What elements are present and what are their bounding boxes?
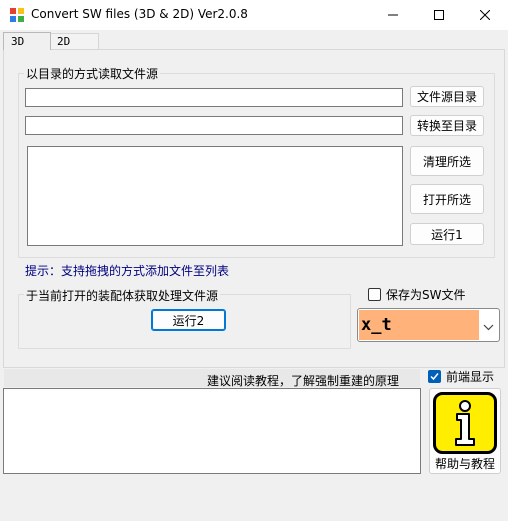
- target-dir-input[interactable]: [25, 116, 403, 135]
- open-selected-button[interactable]: 打开所选: [410, 184, 484, 214]
- front-display-checkbox[interactable]: [428, 370, 441, 383]
- app-icon: [9, 7, 25, 23]
- source-dir-input[interactable]: [25, 88, 403, 107]
- close-button[interactable]: [462, 0, 508, 30]
- save-as-sw-checkbox[interactable]: [368, 288, 381, 301]
- log-textbox[interactable]: [3, 388, 421, 474]
- target-dir-button[interactable]: 转换至目录: [410, 115, 484, 136]
- minimize-button[interactable]: [370, 0, 416, 30]
- maximize-button[interactable]: [416, 0, 462, 30]
- format-combobox-value: x_t: [361, 315, 392, 335]
- help-tutorial-label: 帮助与教程: [434, 457, 495, 471]
- run2-button[interactable]: 运行2: [151, 309, 226, 331]
- maximize-icon: [434, 10, 444, 20]
- format-combobox-selection: x_t: [359, 310, 479, 340]
- drag-drop-hint: 提示：支持拖拽的方式添加文件至列表: [25, 264, 230, 278]
- close-icon: [480, 10, 490, 20]
- clear-selected-button[interactable]: 清理所选: [410, 146, 484, 176]
- tab-2d[interactable]: 2D: [51, 33, 99, 50]
- info-icon: [433, 392, 497, 454]
- file-list[interactable]: [27, 146, 403, 246]
- save-as-sw-label: 保存为SW文件: [386, 288, 466, 302]
- tutorial-hint: 建议阅读教程，了解强制重建的原理: [207, 374, 400, 388]
- assembly-group-label: 于当前打开的装配体获取处理文件源: [24, 287, 221, 304]
- checkmark-icon: [430, 373, 439, 381]
- chevron-down-icon[interactable]: [483, 320, 494, 334]
- directory-group-label: 以目录的方式读取文件源: [24, 65, 161, 82]
- tab-3d[interactable]: 3D: [3, 32, 51, 50]
- front-display-label: 前端显示: [446, 370, 495, 384]
- window-title: Convert SW files (3D & 2D) Ver2.0.8: [31, 7, 248, 21]
- source-dir-button[interactable]: 文件源目录: [410, 86, 484, 107]
- minimize-icon: [388, 14, 398, 16]
- run1-button[interactable]: 运行1: [410, 223, 484, 245]
